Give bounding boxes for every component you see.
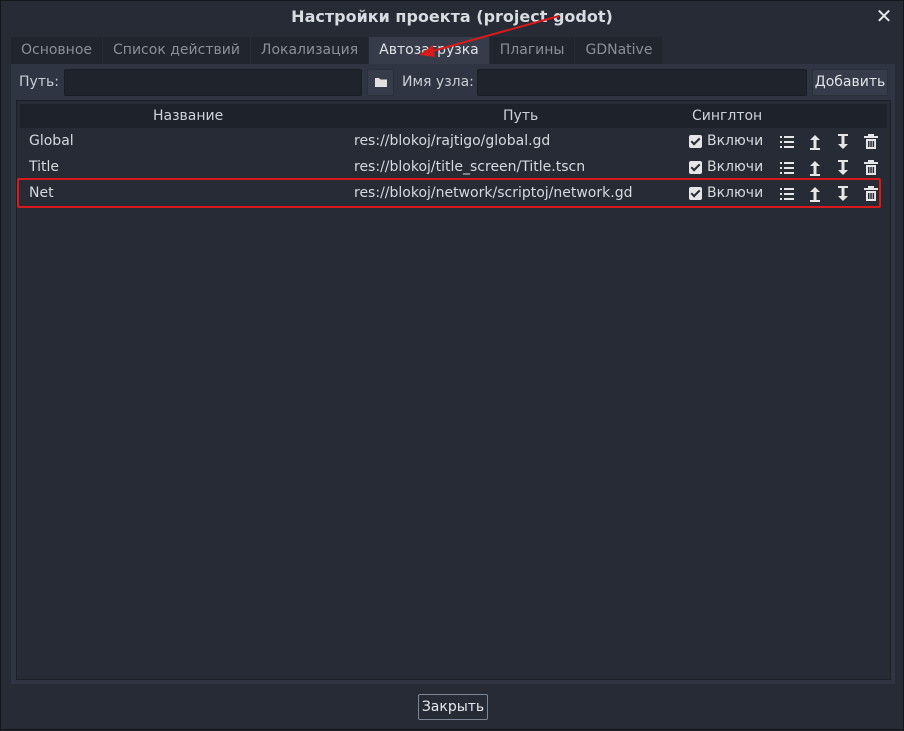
close-button[interactable]: Закрыть [418,694,488,720]
move-up-icon[interactable] [806,132,824,152]
autoload-name: Global [29,133,74,149]
add-button[interactable]: Добавить [812,69,888,96]
singleton-label: Включи [707,185,764,201]
singleton-checkbox[interactable] [689,161,702,174]
autoload-path: res://blokoj/rajtigo/global.gd [354,133,551,149]
singleton-checkbox[interactable] [689,135,702,148]
move-up-icon[interactable] [806,184,824,204]
tab-bar: Основное Список действий Локализация Авт… [11,37,663,64]
autoload-name: Title [29,159,60,175]
autoload-path: res://blokoj/network/scriptoj/network.gd [354,185,633,201]
path-input[interactable] [64,69,362,96]
tab-autoload[interactable]: Автозагрузка [369,37,489,64]
singleton-label: Включи [707,133,764,149]
delete-icon[interactable] [862,184,880,204]
node-name-label: Имя узла: [402,74,474,90]
table-row[interactable]: Title res://blokoj/title_screen/Title.ts… [20,155,887,181]
move-down-icon[interactable] [834,132,852,152]
dialog-title: Настройки проекта (project godot) [291,7,613,26]
autoload-name: Net [29,185,54,201]
delete-icon[interactable] [862,158,880,178]
list-header: Название Путь Синглтон [20,104,887,128]
tab-input-map[interactable]: Список действий [103,37,250,64]
move-down-icon[interactable] [834,184,852,204]
list-icon[interactable] [778,132,796,152]
project-settings-dialog: Настройки проекта (project godot) ✕ Осно… [0,0,904,730]
autoload-path: res://blokoj/title_screen/Title.tscn [354,159,586,175]
folder-icon [374,78,387,87]
dialog-titlebar: Настройки проекта (project godot) ✕ [1,1,903,35]
tab-localization[interactable]: Локализация [250,37,369,64]
close-icon[interactable]: ✕ [873,5,895,27]
column-singleton-header: Синглтон [692,108,763,124]
table-row[interactable]: Global res://blokoj/rajtigo/global.gd Вк… [20,129,887,155]
move-up-icon[interactable] [806,158,824,178]
singleton-checkbox[interactable] [689,187,702,200]
path-label: Путь: [19,74,59,90]
list-icon[interactable] [778,158,796,178]
delete-icon[interactable] [862,132,880,152]
tab-general[interactable]: Основное [11,37,103,64]
autoload-list: Название Путь Синглтон Global res://blok… [16,100,891,680]
move-down-icon[interactable] [834,158,852,178]
list-icon[interactable] [778,184,796,204]
table-row[interactable]: Net res://blokoj/network/scriptoj/networ… [20,181,887,207]
browse-button[interactable] [367,69,394,96]
autoload-panel: Путь: Имя узла: Добавить Название Путь С… [11,64,895,684]
column-path-header: Путь [503,108,539,124]
tab-plugins[interactable]: Плагины [489,37,575,64]
column-name-header: Название [153,108,224,124]
node-name-input[interactable] [477,69,807,96]
tab-gdnative[interactable]: GDNative [575,37,663,64]
singleton-label: Включи [707,159,764,175]
